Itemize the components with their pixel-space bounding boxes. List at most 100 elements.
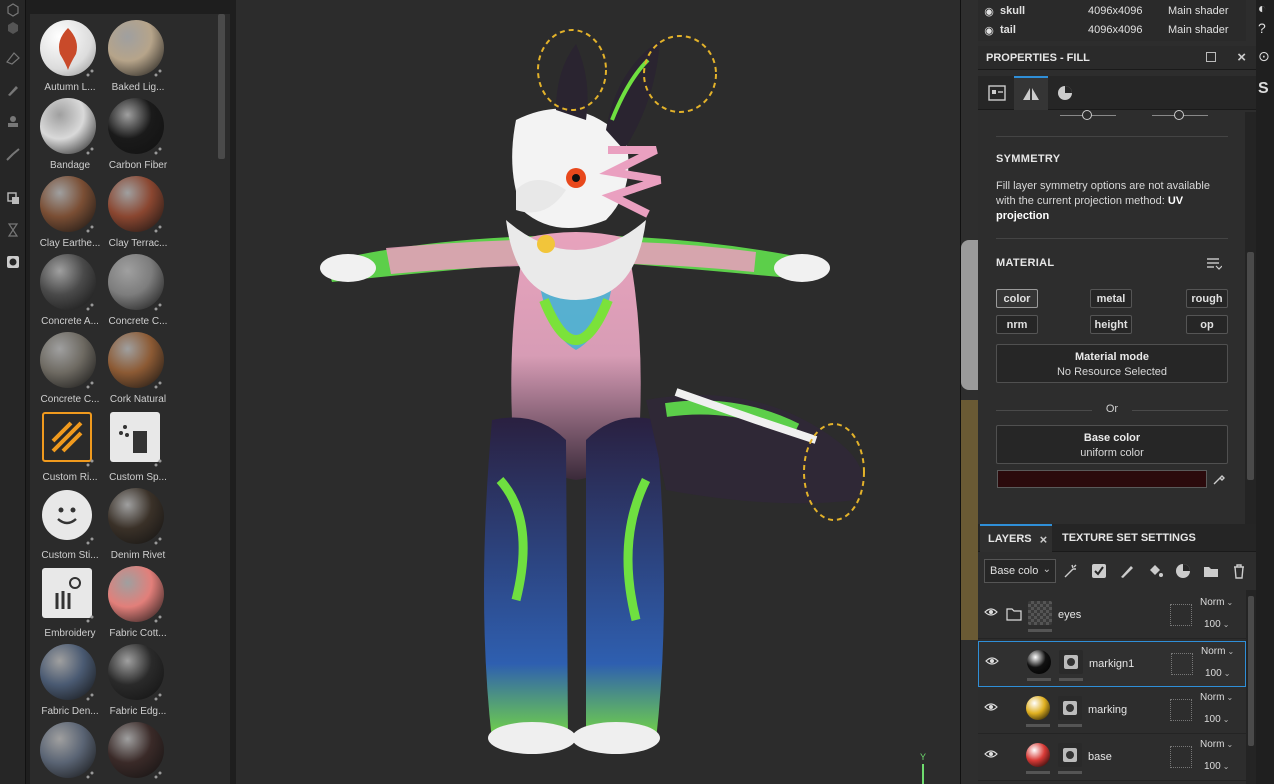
layer-blend-mode[interactable]: Norm ⌄ [1200, 597, 1233, 608]
undock-icon[interactable] [1206, 52, 1216, 62]
material-tile[interactable] [30, 718, 98, 784]
layer-blend-mode[interactable]: Norm ⌄ [1201, 646, 1234, 657]
layer-name: markign1 [1089, 658, 1135, 670]
material-tile[interactable]: Concrete C... [30, 328, 99, 406]
add-fill-layer-icon[interactable] [1145, 561, 1165, 581]
base-color-button[interactable]: Base color uniform color [996, 425, 1228, 464]
texture-set-row[interactable]: ◉ tail 4096x4096 Main shader [978, 19, 1246, 41]
material-badge-icon [86, 614, 94, 623]
material-tile[interactable]: Clay Terrac... [98, 172, 167, 250]
add-mask-icon[interactable] [1089, 561, 1109, 581]
material-tile[interactable]: Cork Natural [98, 328, 166, 406]
eye-icon[interactable] [985, 656, 999, 669]
viewport-3d[interactable]: Y [236, 0, 960, 784]
channel-select[interactable]: Base colo ⌄ [984, 559, 1056, 583]
layer-blend-mode[interactable]: Norm ⌄ [1200, 692, 1233, 703]
material-tile[interactable]: Bandage [30, 94, 98, 172]
material-badge-icon [154, 770, 162, 779]
projection-icon[interactable] [3, 188, 23, 208]
material-tile[interactable]: Clay Earthe... [30, 172, 100, 250]
close-icon[interactable]: × [1040, 532, 1048, 547]
secondary-viewport[interactable] [960, 0, 978, 784]
ui-icon-1[interactable]: ◐ [1258, 0, 1266, 16]
layers-scroll-thumb[interactable] [1248, 596, 1254, 746]
cube-icon[interactable] [3, 0, 23, 20]
material-tile[interactable]: Custom Ri... [30, 406, 98, 484]
material-tile[interactable]: Custom Sti... [30, 484, 99, 562]
material-label: Concrete C... [108, 316, 168, 327]
add-effect-icon[interactable] [1061, 561, 1081, 581]
close-icon[interactable]: × [1237, 49, 1246, 66]
material-label: Fabric Cott... [109, 628, 167, 639]
layer-row[interactable]: eyes Norm ⌄ 100 ⌄ [978, 593, 1246, 639]
add-smart-material-icon[interactable] [1173, 561, 1193, 581]
add-paint-layer-icon[interactable] [1117, 561, 1137, 581]
eraser-icon[interactable] [3, 48, 23, 68]
channel-height-button[interactable]: height [1090, 315, 1132, 334]
material-mode-value: No Resource Selected [1056, 366, 1168, 378]
material-tile[interactable]: Embroidery [30, 562, 98, 640]
material-tile[interactable]: Fabric Cott... [98, 562, 167, 640]
brush-icon[interactable] [3, 80, 23, 100]
layer-opacity-box[interactable] [1170, 746, 1192, 768]
help-icon[interactable]: ? [1258, 20, 1266, 36]
layer-blend-mode[interactable]: Norm ⌄ [1200, 739, 1233, 750]
link-icon[interactable]: ⊙ [1258, 48, 1270, 65]
tab-general-icon[interactable] [980, 76, 1014, 110]
bake-icon[interactable] [3, 252, 23, 272]
material-tile[interactable]: Carbon Fiber [98, 94, 167, 172]
channel-op-button[interactable]: op [1186, 315, 1228, 334]
tab-layers[interactable]: LAYERS × [980, 524, 1052, 552]
layer-opacity-box[interactable] [1170, 699, 1192, 721]
channel-nrm-button[interactable]: nrm [996, 315, 1038, 334]
material-tile[interactable]: Custom Sp... [98, 406, 167, 484]
material-tile[interactable]: Concrete A... [30, 250, 99, 328]
layer-opacity[interactable]: 100 ⌄ [1204, 619, 1229, 630]
tab-texture-set-settings[interactable]: TEXTURE SET SETTINGS [1054, 524, 1204, 552]
delete-layer-icon[interactable] [1229, 561, 1249, 581]
material-tile[interactable]: Autumn L... [30, 16, 98, 94]
sphere-tool-icon[interactable] [3, 18, 23, 38]
layer-opacity-box[interactable] [1171, 653, 1193, 675]
material-tile[interactable]: Denim Rivet [98, 484, 166, 562]
channel-rough-button[interactable]: rough [1186, 289, 1228, 308]
properties-scrollbar[interactable] [1245, 112, 1256, 524]
eye-icon[interactable]: ◉ [978, 24, 1000, 37]
smudge-icon[interactable] [3, 144, 23, 164]
material-tile[interactable]: Baked Lig... [98, 16, 166, 94]
eye-icon[interactable] [984, 749, 998, 762]
layer-row[interactable]: marking Norm ⌄ 100 ⌄ [978, 688, 1246, 734]
layers-tabs: LAYERS × TEXTURE SET SETTINGS [978, 524, 1256, 552]
layers-scrollbar[interactable] [1246, 590, 1256, 784]
channel-color-button[interactable]: color [996, 289, 1038, 308]
layer-opacity-box[interactable] [1170, 604, 1192, 626]
folder-icon[interactable] [1006, 607, 1022, 624]
channel-metal-button[interactable]: metal [1090, 289, 1132, 308]
material-menu-icon[interactable] [1206, 256, 1223, 270]
layer-row[interactable]: markign1 Norm ⌄ 100 ⌄ [978, 641, 1246, 687]
material-tile[interactable]: Concrete C... [98, 250, 167, 328]
stamp-icon[interactable] [3, 112, 23, 132]
material-tile[interactable] [98, 718, 166, 784]
base-color-swatch[interactable] [997, 470, 1207, 488]
layer-opacity[interactable]: 100 ⌄ [1204, 761, 1229, 772]
layer-opacity[interactable]: 100 ⌄ [1204, 714, 1229, 725]
shelf-scroll-thumb[interactable] [218, 14, 225, 159]
eye-icon[interactable]: ◉ [978, 5, 1000, 18]
material-mode-button[interactable]: Material mode No Resource Selected [996, 344, 1228, 383]
tab-symmetry-icon[interactable] [1014, 76, 1048, 110]
layer-row[interactable]: base Norm ⌄ 100 ⌄ [978, 735, 1246, 781]
hourglass-icon[interactable] [3, 220, 23, 240]
eye-icon[interactable] [984, 607, 998, 620]
material-tile[interactable]: Fabric Edg... [98, 640, 166, 718]
add-folder-icon[interactable] [1201, 561, 1221, 581]
slider-handle[interactable] [1082, 110, 1092, 120]
layer-opacity[interactable]: 100 ⌄ [1205, 668, 1230, 679]
properties-scroll-thumb[interactable] [1247, 252, 1254, 480]
material-tile[interactable]: Fabric Den... [30, 640, 99, 718]
tab-material-icon[interactable] [1048, 76, 1082, 110]
eyedropper-icon[interactable] [1212, 472, 1226, 486]
slider-handle[interactable] [1174, 110, 1184, 120]
tool-strip [0, 0, 26, 784]
eye-icon[interactable] [984, 702, 998, 715]
